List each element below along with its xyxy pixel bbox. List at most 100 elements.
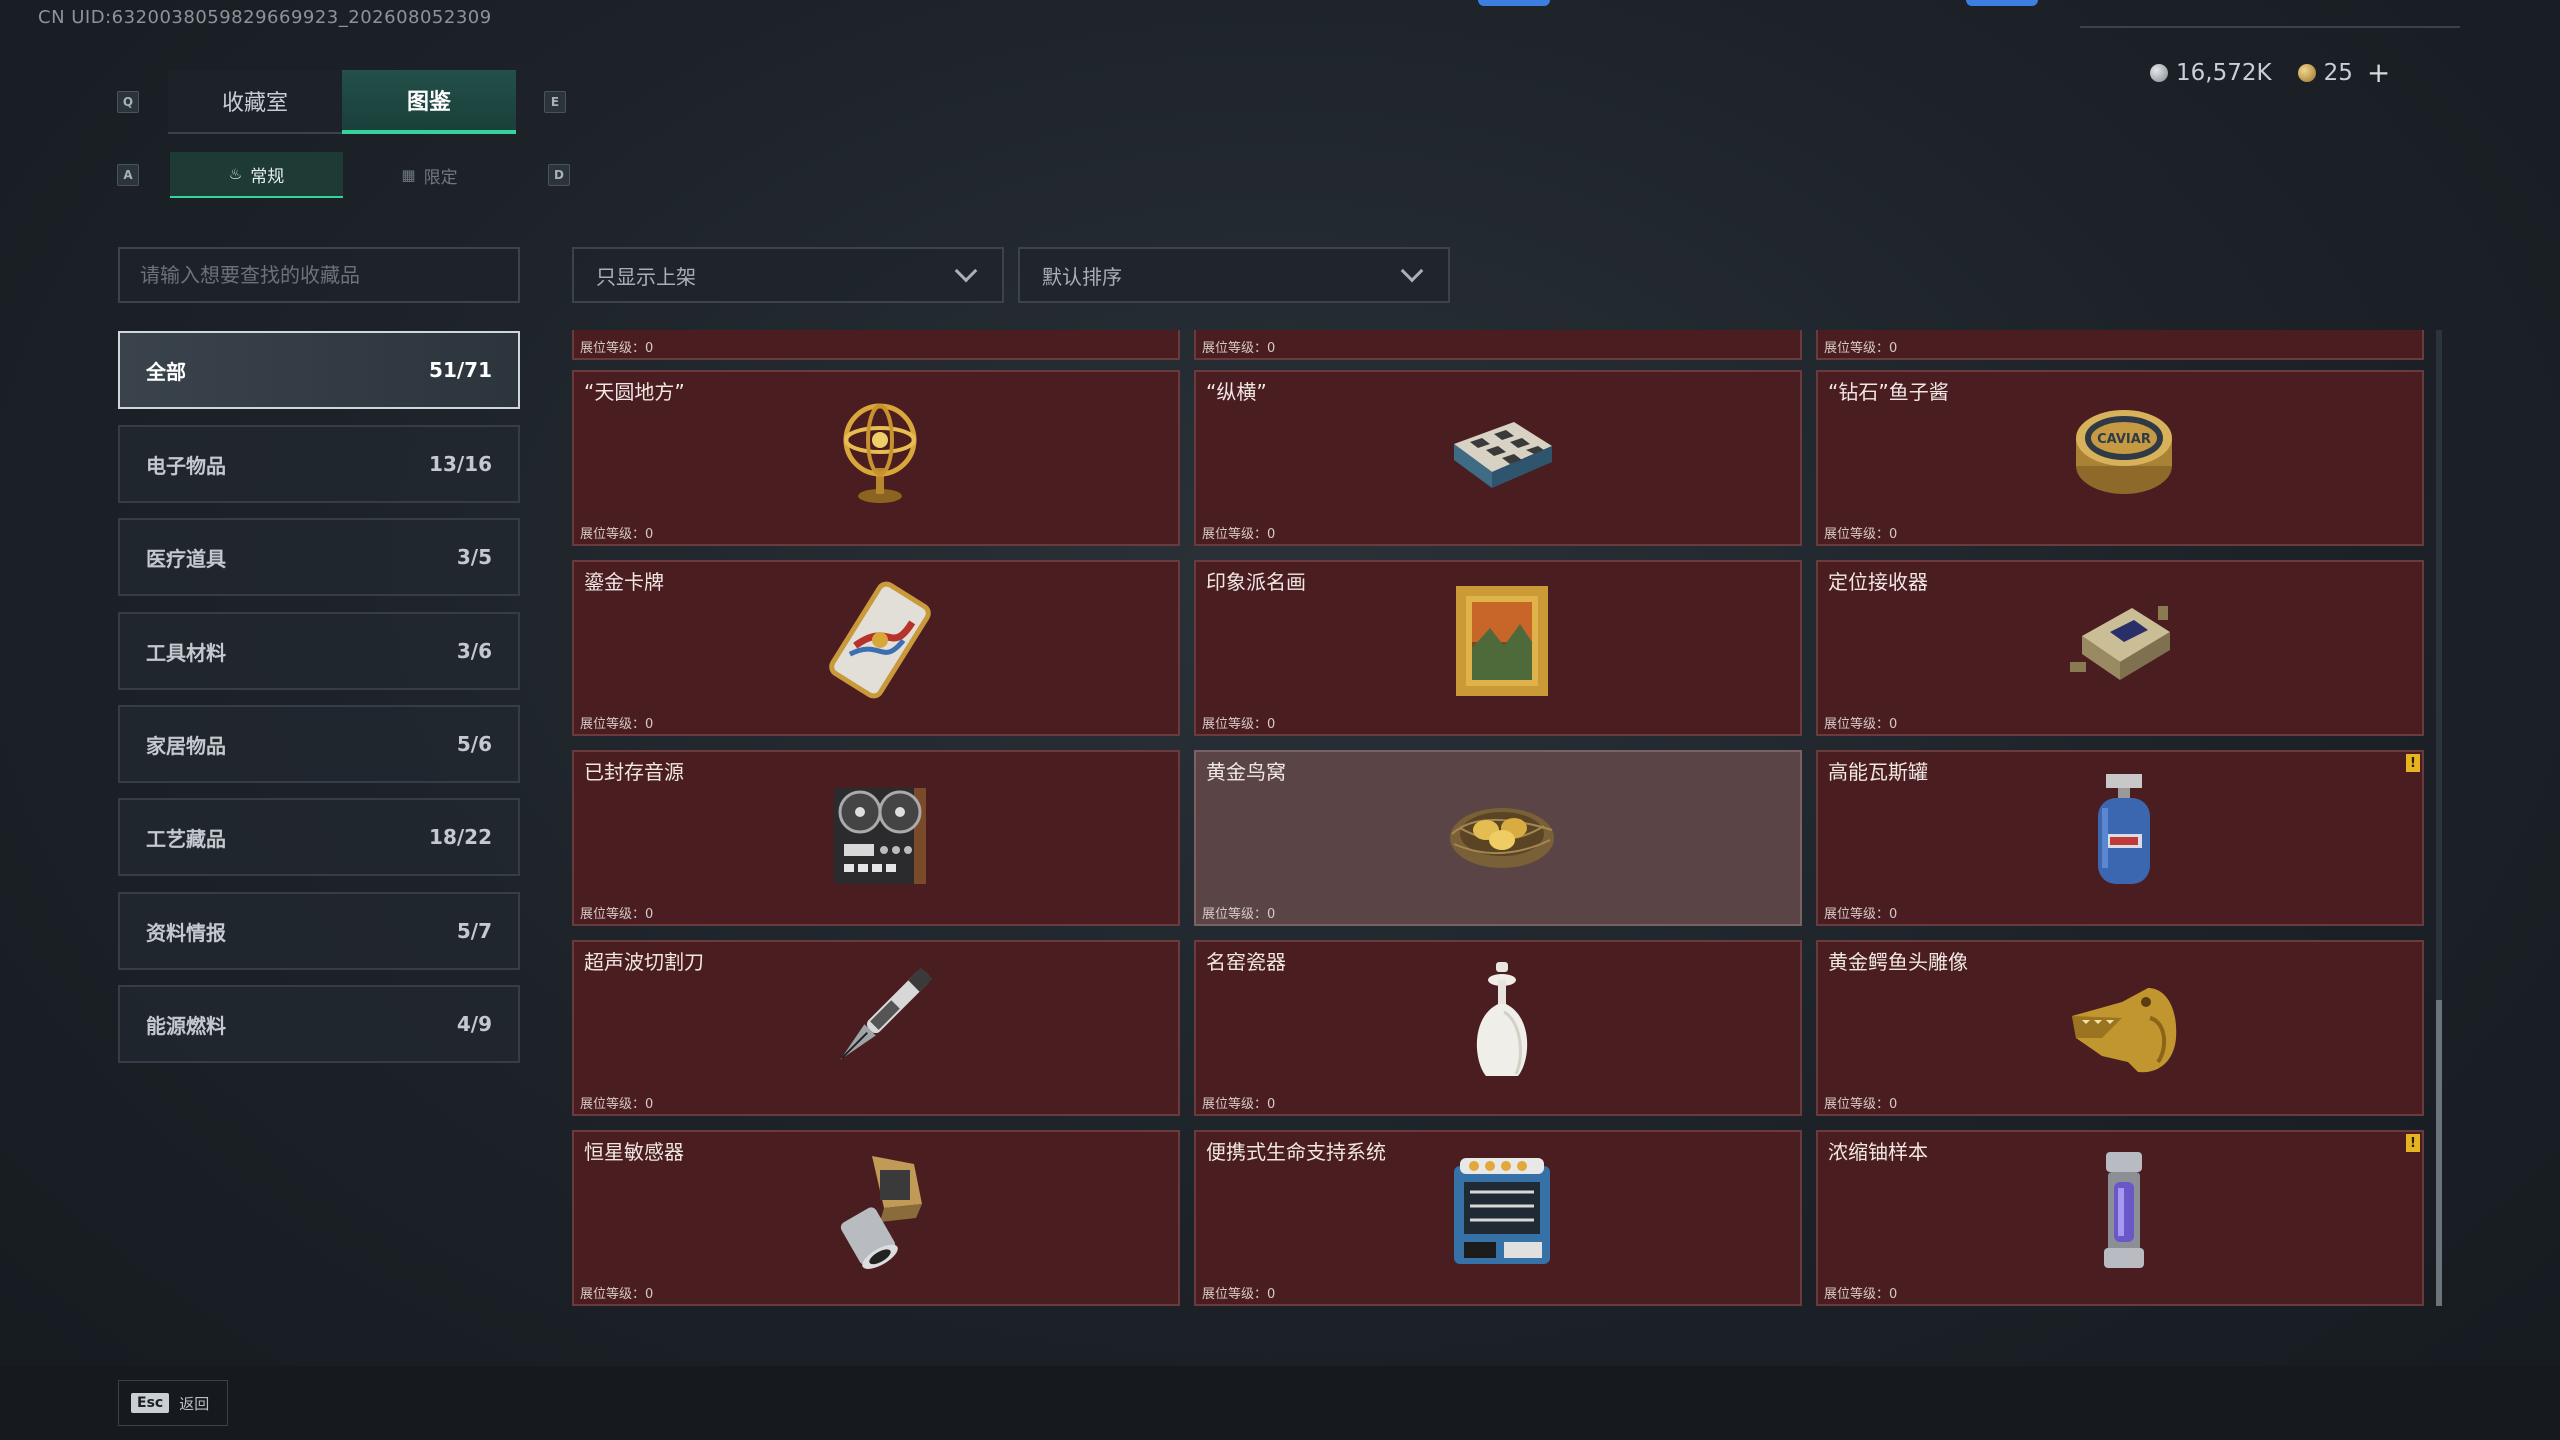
gold-coin-icon [2297,63,2316,82]
category-label: 家居物品 [146,733,226,758]
cutter-knife-icon [840,967,933,1060]
display-level: 展位等级：0 [580,907,654,922]
prev-subtab-key-hint: A [117,164,139,186]
item-name: 黄金鳄鱼头雕像 [1828,950,1968,974]
display-level: 展位等级：0 [580,1287,654,1302]
back-label: 返回 [179,1394,210,1413]
item-card[interactable]: “纵横” 展位等级：0 [1194,370,1802,546]
item-name: 鎏金卡牌 [584,570,664,594]
gold-amount: 25 [2323,59,2353,86]
sub-tabs: ♨ 常规 ▦ 限定 [170,152,516,198]
display-level: 展位等级：0 [1824,341,1898,356]
category-electronics[interactable]: 电子物品 13/16 [118,425,520,503]
item-name: “纵横” [1206,380,1267,404]
item-card[interactable]: 名窑瓷器 展位等级：0 [1194,940,1802,1116]
player-uid: CN UID:6320038059829669923_202608052309 [38,7,492,28]
display-level: 展位等级：0 [1202,1287,1276,1302]
category-tools[interactable]: 工具材料 3/6 [118,612,520,690]
tab-collection-room[interactable]: 收藏室 [168,70,342,134]
top-accent-left [1478,0,1550,6]
item-card[interactable]: 便携式生命支持系统 展位等级：0 [1194,1130,1802,1306]
warning-badge: ! [2406,1134,2420,1152]
shelf-filter-value: 只显示上架 [596,264,696,289]
item-name: “钻石”鱼子酱 [1828,380,1949,404]
shelf-filter-dropdown[interactable]: 只显示上架 [572,247,1004,303]
porcelain-vase-icon [1476,962,1528,1076]
life-support-icon [1454,1158,1550,1264]
warning-badge: ! [2406,754,2420,772]
flame-icon: ♨ [228,165,243,183]
back-button[interactable]: Esc 返回 [118,1380,228,1426]
chevron-down-icon [1400,259,1424,283]
reel-recorder-icon [834,788,926,884]
card-icon: ▦ [401,166,416,184]
category-count: 18/22 [429,825,492,849]
item-card[interactable]: 鎏金卡牌 展位等级：0 [572,560,1180,736]
display-level: 展位等级：0 [1824,1097,1898,1112]
category-label: 医疗道具 [146,546,226,571]
category-label: 工具材料 [146,640,226,665]
display-level: 展位等级：0 [1824,1287,1898,1302]
gilded-card-icon [829,581,931,699]
star-sensor-icon [840,1156,922,1269]
item-card[interactable]: 黄金鸟窝 展位等级：0 [1194,750,1802,926]
item-card[interactable]: 恒星敏感器 展位等级：0 [572,1130,1180,1306]
category-count: 5/6 [456,732,492,756]
category-intel[interactable]: 资料情报 5/7 [118,892,520,970]
category-count: 51/71 [429,358,492,382]
display-level: 展位等级：0 [1202,527,1276,542]
item-card[interactable]: 已封存音源 展位等级：0 [572,750,1180,926]
grid-scroll-thumb[interactable] [2436,1000,2442,1306]
receiver-device-icon [2070,606,2170,680]
item-name: 已封存音源 [584,760,684,784]
partial-card[interactable]: 展位等级：0 [1194,330,1802,360]
category-household[interactable]: 家居物品 5/6 [118,705,520,783]
subtab-limited[interactable]: ▦ 限定 [343,152,516,198]
partial-card[interactable]: 展位等级：0 [572,330,1180,360]
display-level: 展位等级：0 [580,341,654,356]
chess-box-icon [1454,422,1552,488]
framed-painting-icon [1456,586,1548,696]
subtab-limited-label: 限定 [423,167,458,188]
item-name: 超声波切割刀 [584,950,704,974]
collection-grid: 展位等级：0 展位等级：0 展位等级：0 “天圆地方” 展位等级：0 “纵横” … [572,330,2424,1306]
gas-canister-icon [2098,774,2150,884]
category-energy[interactable]: 能源燃料 4/9 [118,985,520,1063]
tab-codex[interactable]: 图鉴 [342,70,516,134]
item-name: 定位接收器 [1828,570,1928,594]
display-level: 展位等级：0 [1202,341,1276,356]
next-tab-key-hint: E [544,91,566,113]
add-currency-button[interactable]: + [2367,56,2390,89]
currency-bar: 16,572K 25 + [2150,56,2390,89]
category-label: 全部 [146,359,186,384]
display-level: 展位等级：0 [1824,717,1898,732]
category-count: 5/7 [456,919,492,943]
display-level: 展位等级：0 [580,1097,654,1112]
item-card[interactable]: 高能瓦斯罐 ! 展位等级：0 [1816,750,2424,926]
top-divider [2080,26,2460,28]
crocodile-statue-icon [2072,988,2177,1073]
item-card[interactable]: 黄金鳄鱼头雕像 展位等级：0 [1816,940,2424,1116]
item-card[interactable]: “钻石”鱼子酱 CAVIAR 展位等级：0 [1816,370,2424,546]
item-card[interactable]: 印象派名画 展位等级：0 [1194,560,1802,736]
search-input[interactable] [118,247,520,303]
item-name: 浓缩铀样本 [1828,1140,1928,1164]
uranium-sample-icon [2104,1152,2144,1268]
display-level: 展位等级：0 [1824,907,1898,922]
display-level: 展位等级：0 [1202,1097,1276,1112]
partial-card[interactable]: 展位等级：0 [1816,330,2424,360]
next-subtab-key-hint: D [548,164,570,186]
sort-dropdown[interactable]: 默认排序 [1018,247,1450,303]
item-card[interactable]: “天圆地方” 展位等级：0 [572,370,1180,546]
subtab-regular[interactable]: ♨ 常规 [170,152,343,198]
category-all[interactable]: 全部 51/71 [118,331,520,409]
item-card[interactable]: 浓缩铀样本 ! 展位等级：0 [1816,1130,2424,1306]
item-name: “天圆地方” [584,380,685,404]
silver-amount: 16,572K [2176,59,2272,86]
category-crafts[interactable]: 工艺藏品 18/22 [118,798,520,876]
category-label: 能源燃料 [146,1013,226,1038]
esc-key-hint: Esc [131,1393,170,1413]
category-medical[interactable]: 医疗道具 3/5 [118,518,520,596]
item-card[interactable]: 超声波切割刀 展位等级：0 [572,940,1180,1116]
item-card[interactable]: 定位接收器 展位等级：0 [1816,560,2424,736]
